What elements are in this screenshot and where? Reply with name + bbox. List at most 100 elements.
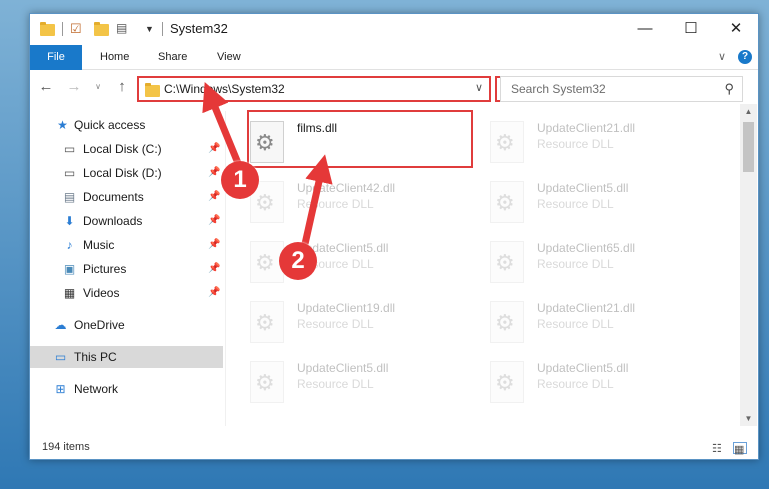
pane-divider (225, 111, 226, 426)
status-bar: 194 items ☷ ▦ (30, 436, 758, 460)
customize-toolbar-icon[interactable]: ▤ (116, 21, 127, 37)
close-button[interactable]: ✕ (713, 14, 759, 44)
back-arrow-icon[interactable]: ← (36, 77, 56, 97)
navigation-bar: ← → ∨ ↑ C:\Windows\System32 ∨ ↻ Search S… (30, 71, 758, 103)
file-type: Resource DLL (537, 377, 614, 391)
address-path[interactable]: C:\Windows\System32 (164, 82, 285, 96)
drive-icon: ▭ (63, 142, 76, 156)
ribbon: File Home Share View ∨ ? (30, 44, 758, 70)
nav-label: Music (83, 238, 115, 252)
pin-icon[interactable]: 📌 (208, 215, 220, 226)
nav-item-music[interactable]: ♪ Music 📌 (30, 234, 223, 256)
tab-home[interactable]: Home (100, 45, 129, 70)
pin-icon[interactable]: 📌 (208, 287, 220, 298)
pin-icon[interactable]: 📌 (208, 143, 220, 154)
pin-icon[interactable]: 📌 (208, 191, 220, 202)
scroll-up-icon[interactable]: ▲ (740, 107, 757, 116)
dll-file-icon (490, 121, 524, 163)
properties-icon[interactable]: ☑ (70, 21, 82, 37)
file-name: UpdateClient21.dll (537, 301, 636, 315)
file-item[interactable]: UpdateClient5.dll Resource DLL (470, 175, 690, 229)
nav-item-onedrive[interactable]: ☁ OneDrive (30, 314, 223, 336)
folder-icon (145, 83, 160, 97)
file-name: UpdateClient65.dll (537, 241, 636, 255)
pin-icon[interactable]: 📌 (208, 167, 220, 178)
picture-icon: ▣ (63, 262, 76, 276)
nav-label: Pictures (83, 262, 127, 276)
new-folder-icon[interactable] (94, 22, 109, 36)
nav-item-pictures[interactable]: ▣ Pictures 📌 (30, 258, 223, 280)
highlight-box (247, 110, 473, 168)
scroll-down-icon[interactable]: ▼ (740, 414, 757, 423)
details-view-icon[interactable]: ☷ (712, 442, 726, 455)
help-icon[interactable]: ? (738, 50, 752, 64)
document-icon: ▤ (63, 190, 76, 204)
music-note-icon: ♪ (66, 238, 73, 252)
file-name: UpdateClient5.dll (537, 361, 629, 375)
nav-label: Videos (83, 286, 120, 300)
nav-item-downloads[interactable]: ⬇ Downloads 📌 (30, 210, 223, 232)
nav-label: Local Disk (C:) (83, 142, 162, 156)
file-type: Resource DLL (537, 197, 614, 211)
dll-file-icon (490, 301, 524, 343)
step-2-badge: 2 (279, 242, 317, 280)
nav-label: OneDrive (74, 318, 125, 332)
file-type: Resource DLL (537, 257, 614, 271)
cloud-icon: ☁ (54, 318, 67, 332)
vertical-scrollbar[interactable]: ▲ ▼ (740, 104, 757, 426)
dll-file-icon (490, 361, 524, 403)
computer-icon: ▭ (54, 350, 67, 364)
window-title: System32 (170, 21, 228, 36)
nav-item-videos[interactable]: ▦ Videos 📌 (30, 282, 223, 304)
nav-label: This PC (74, 350, 117, 364)
file-name: UpdateClient19.dll (297, 301, 396, 315)
forward-arrow-icon[interactable]: → (64, 77, 84, 97)
large-icons-view-icon[interactable]: ▦ (733, 442, 747, 456)
maximize-button[interactable]: ☐ (668, 14, 714, 44)
minimize-button[interactable]: — (622, 14, 668, 44)
tab-view[interactable]: View (217, 45, 241, 70)
up-arrow-icon[interactable]: ↑ (112, 77, 132, 97)
chevron-down-icon[interactable]: ∨ (475, 81, 483, 94)
file-item[interactable]: UpdateClient5.dll Resource DLL (230, 235, 450, 289)
nav-item-this-pc[interactable]: ▭ This PC (30, 346, 223, 368)
chevron-down-icon[interactable]: ▼ (145, 24, 154, 40)
file-name: UpdateClient5.dll (537, 181, 629, 195)
nav-item-quick-access[interactable]: ★ Quick access (30, 114, 223, 136)
divider (62, 22, 63, 36)
dll-file-icon (490, 181, 524, 223)
file-item[interactable]: UpdateClient19.dll Resource DLL (230, 295, 450, 349)
nav-item-documents[interactable]: ▤ Documents 📌 (30, 186, 223, 208)
nav-item-local-disk-c[interactable]: ▭ Local Disk (C:) 📌 (30, 138, 223, 160)
nav-label: Documents (83, 190, 144, 204)
search-input[interactable]: Search System32 ⚲ (500, 76, 743, 102)
star-icon: ★ (57, 118, 68, 132)
file-item[interactable]: UpdateClient65.dll Resource DLL (470, 235, 690, 289)
chevron-down-icon[interactable]: ∨ (718, 45, 726, 70)
dll-file-icon (250, 301, 284, 343)
pin-icon[interactable]: 📌 (208, 263, 220, 274)
search-icon: ⚲ (724, 81, 734, 96)
nav-label: Downloads (83, 214, 143, 228)
file-name: UpdateClient42.dll (297, 181, 396, 195)
file-item[interactable]: UpdateClient5.dll Resource DLL (470, 355, 690, 409)
file-item[interactable]: UpdateClient21.dll Resource DLL (470, 115, 690, 169)
folder-icon (40, 22, 55, 36)
nav-item-network[interactable]: ⊞ Network (30, 378, 223, 400)
recent-locations-icon[interactable]: ∨ (88, 77, 108, 97)
tab-share[interactable]: Share (158, 45, 187, 70)
file-name: UpdateClient21.dll (537, 121, 636, 135)
item-count: 194 items (42, 441, 90, 453)
scrollbar-thumb[interactable] (743, 122, 754, 172)
file-item[interactable]: UpdateClient5.dll Resource DLL (230, 355, 450, 409)
network-icon: ⊞ (55, 382, 66, 396)
address-bar[interactable]: C:\Windows\System32 ∨ (137, 76, 491, 102)
nav-label: Network (74, 382, 119, 396)
file-item[interactable]: UpdateClient21.dll Resource DLL (470, 295, 690, 349)
nav-item-local-disk-d[interactable]: ▭ Local Disk (D:) 📌 (30, 162, 223, 184)
file-item[interactable]: UpdateClient42.dll Resource DLL (230, 175, 450, 229)
tab-file[interactable]: File (30, 45, 82, 70)
pin-icon[interactable]: 📌 (208, 239, 220, 250)
drive-icon: ▭ (63, 166, 76, 180)
step-1-badge: 1 (221, 161, 259, 199)
